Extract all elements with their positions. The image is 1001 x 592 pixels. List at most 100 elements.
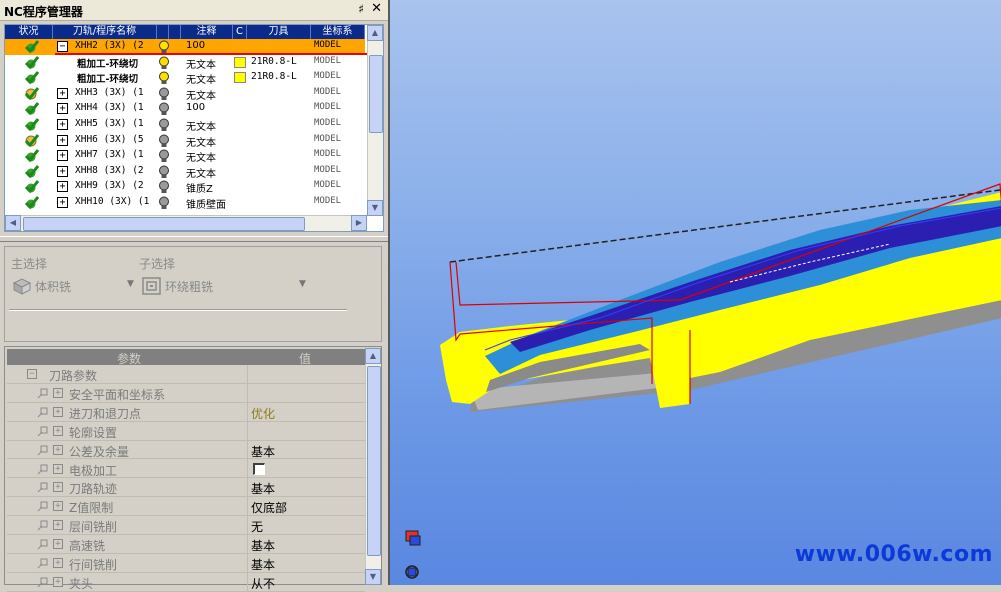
expand-icon[interactable]: + (53, 444, 63, 455)
main-selection-combo[interactable]: 体积铣 ▼ (9, 275, 135, 297)
chevron-down-icon[interactable]: ▼ (127, 279, 134, 289)
param-value[interactable]: 基本 (251, 537, 275, 554)
nc-table-row[interactable]: + XHH5 (3X) (1 无文本 MODEL (5, 117, 365, 133)
expand-icon[interactable]: + (57, 150, 68, 162)
scroll-right-icon[interactable]: ▶ (351, 215, 367, 231)
lightbulb-icon[interactable] (157, 149, 171, 163)
3d-viewport[interactable]: www.006w.com (388, 0, 1001, 585)
expand-icon[interactable]: + (53, 539, 63, 550)
scroll-thumb[interactable] (367, 366, 381, 556)
lightbulb-icon[interactable] (157, 134, 171, 148)
param-row[interactable]: + 刀路轨迹 基本 (7, 478, 365, 498)
scroll-down-icon[interactable]: ▼ (365, 569, 381, 585)
nc-vertical-scrollbar[interactable]: ▲ ▼ (367, 25, 383, 216)
nc-col-header[interactable]: 状况 (5, 25, 53, 39)
lightbulb-icon[interactable] (157, 196, 171, 210)
param-group-row[interactable]: − 刀路参数 (7, 365, 365, 384)
nc-table-row[interactable]: − XHH2 (3X) (2 100 MODEL (5, 39, 367, 55)
collapse-icon[interactable]: − (57, 41, 68, 52)
nc-col-header[interactable]: 刀轨/程序名称 (53, 25, 157, 39)
expand-icon[interactable]: + (57, 103, 68, 115)
nc-horizontal-scrollbar[interactable]: ◀ ▶ (5, 215, 367, 231)
param-value[interactable]: 基本 (251, 556, 275, 573)
expand-icon[interactable]: + (53, 558, 63, 568)
sub-selection-label: 子选择 (139, 257, 176, 271)
lightbulb-icon[interactable] (157, 165, 171, 179)
color-swatch (234, 72, 246, 84)
nc-col-header[interactable] (169, 25, 181, 39)
expand-icon[interactable]: + (53, 520, 63, 531)
param-row[interactable]: + 行间铣削 基本 (7, 554, 365, 573)
param-value[interactable]: 仅底部 (251, 499, 287, 516)
param-value[interactable]: 基本 (251, 443, 275, 460)
lightbulb-icon[interactable] (157, 118, 171, 132)
nc-col-header[interactable]: 注释 (181, 25, 233, 39)
chevron-down-icon[interactable]: ▼ (299, 279, 306, 289)
sub-selection-combo[interactable]: 环绕粗铣 ▼ (139, 275, 307, 297)
expand-icon[interactable]: + (53, 576, 63, 587)
param-row[interactable]: + 电极加工 (7, 459, 365, 479)
nc-table-row[interactable]: + XHH7 (3X) (1 无文本 MODEL (5, 148, 365, 164)
scroll-thumb[interactable] (369, 55, 383, 133)
param-row[interactable]: + 层间铣削 无 (7, 516, 365, 536)
nc-table-row[interactable]: 粗加工-环绕切 无文本 21R0.8-L MODEL (5, 55, 365, 71)
scroll-down-icon[interactable]: ▼ (367, 200, 383, 216)
lightbulb-icon[interactable] (157, 40, 171, 54)
expand-icon[interactable]: + (53, 387, 63, 398)
lightbulb-icon[interactable] (157, 56, 171, 70)
lightbulb-icon[interactable] (157, 87, 171, 101)
scroll-left-icon[interactable]: ◀ (5, 215, 21, 231)
expand-icon[interactable]: + (53, 501, 63, 512)
expand-icon[interactable]: + (57, 181, 68, 193)
nc-col-header[interactable]: 刀具 (247, 25, 311, 39)
nc-col-header[interactable]: C (233, 25, 247, 39)
param-value[interactable]: 优化 (251, 405, 275, 422)
param-value[interactable]: 基本 (251, 480, 275, 497)
view-orient-icon[interactable] (405, 530, 421, 546)
expand-icon[interactable]: + (57, 134, 68, 146)
nc-table-row[interactable]: + XHH10 (3X) (1 锥质壁面 MODEL (5, 195, 365, 211)
close-icon[interactable]: ✕ (371, 1, 382, 16)
param-row[interactable]: + Z值限制 仅底部 (7, 497, 365, 517)
expand-icon[interactable]: + (57, 87, 68, 99)
expand-icon[interactable]: + (57, 197, 68, 208)
param-value[interactable]: 从不 (251, 575, 275, 592)
hscroll-thumb[interactable] (23, 217, 305, 231)
electrode-checkbox[interactable] (253, 462, 265, 475)
pin-icon[interactable]: ♯ (358, 2, 364, 16)
lightbulb-icon[interactable] (157, 102, 171, 116)
scroll-up-icon[interactable]: ▲ (367, 25, 383, 41)
program-name: XHH10 (3X) (1 (75, 196, 150, 207)
param-row[interactable]: + 高速铣 基本 (7, 535, 365, 555)
lightbulb-icon[interactable] (157, 180, 171, 194)
nc-table-row[interactable]: + XHH8 (3X) (2 无文本 MODEL (5, 164, 365, 180)
param-row[interactable]: + 进刀和退刀点 优化 (7, 402, 365, 422)
nc-table-row[interactable]: 粗加工-环绕切 无文本 21R0.8-L MODEL (5, 70, 365, 86)
expand-icon[interactable]: + (57, 165, 68, 177)
tool-name: 21R0.8-L (251, 71, 297, 83)
expand-icon[interactable]: + (53, 425, 63, 436)
param-value[interactable]: 无 (251, 518, 263, 535)
pin-icon (37, 426, 48, 437)
nc-col-header[interactable] (157, 25, 169, 39)
collapse-icon[interactable]: − (27, 369, 37, 379)
program-name: XHH9 (3X) (2 (75, 180, 144, 192)
lightbulb-icon[interactable] (157, 71, 171, 85)
nc-table-row[interactable]: + XHH4 (3X) (1 100 MODEL (5, 101, 365, 117)
expand-icon[interactable]: + (57, 119, 68, 130)
nc-table-row[interactable]: + XHH6 (3X) (5 无文本 MODEL (5, 133, 365, 149)
param-row[interactable]: + 公差及余量 基本 (7, 440, 365, 460)
param-row[interactable]: + 安全平面和坐标系 (7, 383, 365, 403)
nc-table-row[interactable]: + XHH3 (3X) (1 无文本 MODEL (5, 86, 365, 102)
param-row[interactable]: + 夹头 从不 (7, 572, 365, 592)
panel-splitter[interactable] (0, 236, 388, 242)
expand-icon[interactable]: + (53, 463, 63, 474)
nc-col-header[interactable]: 坐标系 (311, 25, 365, 39)
nc-table-row[interactable]: + XHH9 (3X) (2 锥质Z MODEL (5, 179, 365, 195)
rotate-view-icon[interactable] (405, 565, 419, 579)
param-row[interactable]: + 轮廓设置 (7, 421, 365, 441)
expand-icon[interactable]: + (53, 406, 63, 417)
param-vertical-scrollbar[interactable]: ▲ ▼ (365, 348, 381, 585)
scroll-up-icon[interactable]: ▲ (365, 348, 381, 364)
expand-icon[interactable]: + (53, 482, 63, 493)
